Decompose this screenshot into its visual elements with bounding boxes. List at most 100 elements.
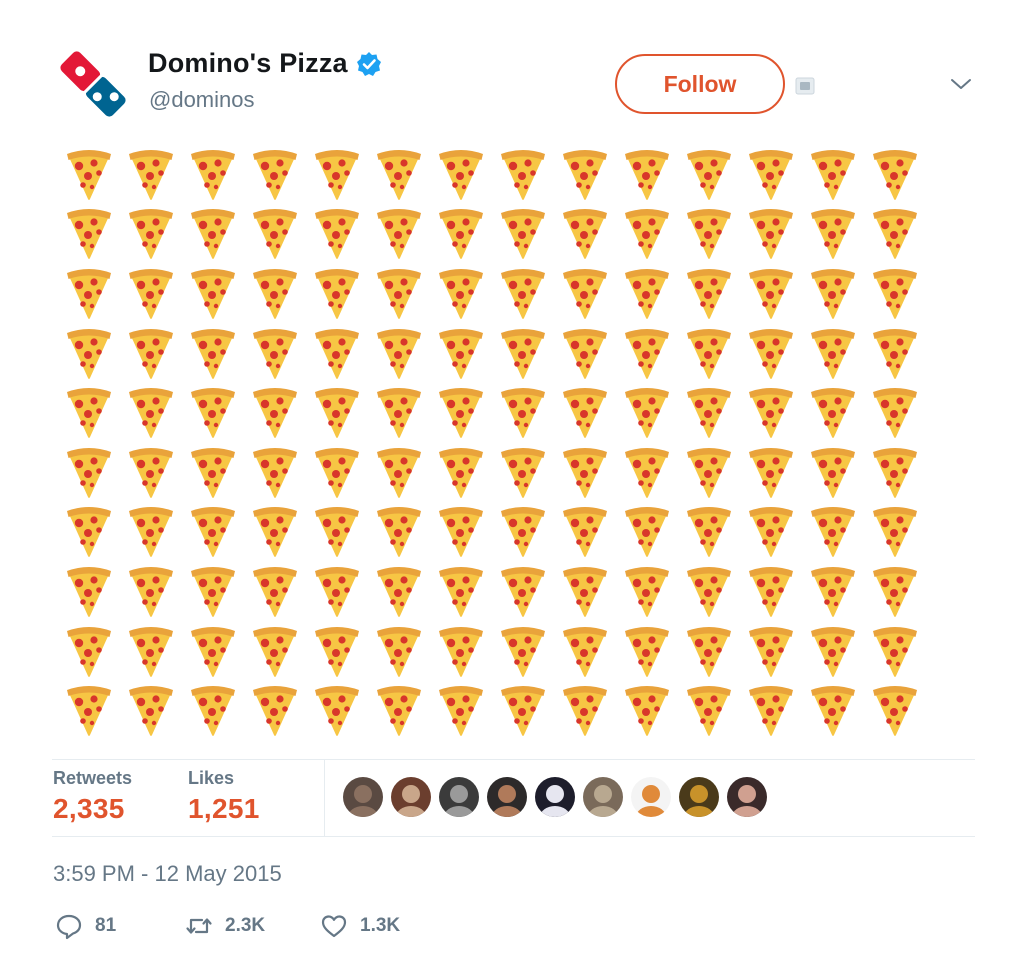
heart-icon — [321, 915, 347, 938]
liker-avatar-4[interactable] — [487, 777, 527, 817]
pizza-slice-emoji — [58, 144, 120, 204]
liker-avatar-8[interactable] — [679, 777, 719, 817]
pizza-slice-emoji — [864, 621, 926, 681]
pizza-slice-emoji — [120, 502, 182, 562]
follow-button[interactable]: Follow — [615, 54, 785, 114]
liker-avatars — [343, 777, 767, 817]
pizza-slice-emoji — [492, 263, 554, 323]
pizza-slice-emoji — [182, 263, 244, 323]
pizza-slice-emoji — [182, 561, 244, 621]
liker-avatar-5[interactable] — [535, 777, 575, 817]
pizza-slice-emoji — [244, 561, 306, 621]
pizza-slice-emoji — [182, 442, 244, 502]
pizza-slice-emoji — [554, 382, 616, 442]
likes-count: 1,251 — [188, 793, 260, 824]
pizza-slice-emoji — [244, 621, 306, 681]
pizza-slice-emoji — [616, 323, 678, 383]
pizza-slice-emoji — [58, 502, 120, 562]
pizza-slice-emoji — [244, 502, 306, 562]
pizza-slice-emoji — [306, 144, 368, 204]
pizza-slice-emoji — [864, 144, 926, 204]
pizza-slice-emoji — [368, 502, 430, 562]
liker-avatar-7[interactable] — [631, 777, 671, 817]
pizza-slice-emoji — [368, 382, 430, 442]
liker-avatar-9[interactable] — [727, 777, 767, 817]
pizza-slice-emoji — [492, 442, 554, 502]
pizza-slice-emoji — [182, 323, 244, 383]
pizza-slice-emoji — [430, 144, 492, 204]
dominos-logo[interactable] — [54, 44, 132, 124]
pizza-slice-emoji — [492, 382, 554, 442]
like-button[interactable]: 1.3K — [320, 912, 400, 940]
pizza-slice-emoji — [120, 263, 182, 323]
pizza-slice-emoji — [864, 263, 926, 323]
pizza-slice-emoji — [182, 621, 244, 681]
follow-button-label: Follow — [663, 70, 737, 97]
pizza-slice-emoji — [430, 680, 492, 740]
pizza-slice-emoji — [678, 204, 740, 264]
pizza-slice-emoji — [120, 382, 182, 442]
liker-avatar-3[interactable] — [439, 777, 479, 817]
pizza-slice-emoji — [182, 204, 244, 264]
pizza-slice-emoji — [430, 323, 492, 383]
pizza-slice-emoji — [58, 442, 120, 502]
pizza-slice-emoji — [678, 144, 740, 204]
pizza-slice-emoji — [616, 144, 678, 204]
reply-button[interactable]: 81 — [55, 912, 116, 940]
pizza-slice-emoji — [616, 263, 678, 323]
direct-message-icon[interactable] — [795, 77, 815, 95]
pizza-slice-emoji — [430, 442, 492, 502]
pizza-slice-emoji — [120, 680, 182, 740]
pizza-slice-emoji — [58, 621, 120, 681]
likes-label: Likes — [188, 768, 235, 788]
pizza-slice-emoji — [554, 502, 616, 562]
pizza-slice-emoji — [306, 502, 368, 562]
retweets-count: 2,335 — [53, 793, 125, 824]
pizza-slice-emoji — [368, 204, 430, 264]
pizza-slice-emoji — [430, 263, 492, 323]
pizza-slice-emoji — [678, 382, 740, 442]
pizza-slice-emoji — [554, 323, 616, 383]
tweet-timestamp[interactable]: 3:59 PM - 12 May 2015 — [53, 861, 282, 887]
liker-avatar-1[interactable] — [343, 777, 383, 817]
pizza-slice-emoji — [244, 382, 306, 442]
pizza-slice-emoji — [740, 323, 802, 383]
pizza-slice-emoji — [554, 442, 616, 502]
display-name[interactable]: Domino's Pizza — [148, 48, 348, 79]
pizza-slice-emoji — [802, 680, 864, 740]
pizza-slice-emoji — [244, 323, 306, 383]
divider — [52, 759, 975, 760]
like-count: 1.3K — [360, 915, 401, 936]
liker-avatar-2[interactable] — [391, 777, 431, 817]
pizza-slice-emoji — [182, 680, 244, 740]
retweets-stat[interactable]: Retweets 2,335 — [53, 768, 132, 825]
pizza-slice-emoji — [306, 204, 368, 264]
pizza-slice-emoji — [864, 382, 926, 442]
liker-avatar-6[interactable] — [583, 777, 623, 817]
pizza-slice-emoji — [58, 204, 120, 264]
pizza-slice-emoji — [616, 561, 678, 621]
pizza-slice-emoji — [492, 502, 554, 562]
pizza-slice-emoji — [368, 323, 430, 383]
pizza-slice-emoji — [492, 680, 554, 740]
pizza-slice-emoji — [616, 502, 678, 562]
user-handle[interactable]: @dominos — [149, 87, 255, 113]
pizza-slice-emoji — [554, 621, 616, 681]
pizza-slice-emoji — [244, 680, 306, 740]
pizza-slice-emoji — [368, 621, 430, 681]
likes-stat[interactable]: Likes 1,251 — [188, 768, 260, 825]
retweet-icon — [186, 918, 212, 934]
pizza-slice-emoji — [58, 323, 120, 383]
pizza-slice-emoji — [492, 323, 554, 383]
pizza-slice-emoji — [368, 561, 430, 621]
pizza-slice-emoji — [864, 323, 926, 383]
divider — [52, 836, 975, 837]
pizza-slice-emoji — [678, 442, 740, 502]
pizza-slice-emoji — [802, 382, 864, 442]
pizza-slice-emoji — [492, 621, 554, 681]
pizza-slice-emoji — [368, 442, 430, 502]
retweet-button[interactable]: 2.3K — [185, 912, 265, 940]
chevron-down-icon[interactable] — [948, 74, 974, 94]
pizza-slice-emoji — [306, 442, 368, 502]
pizza-slice-emoji — [678, 621, 740, 681]
